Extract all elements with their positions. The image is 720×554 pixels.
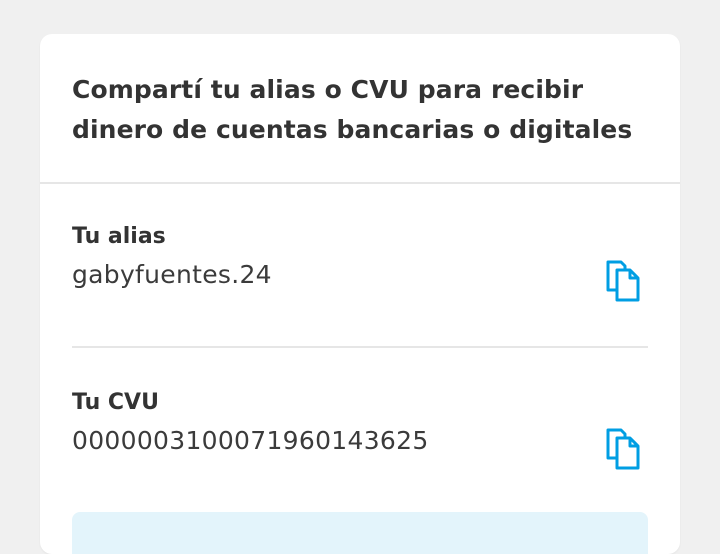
copy-cvu-button[interactable] — [604, 428, 644, 472]
account-info-card: Compartí tu alias o CVU para recibir din… — [40, 34, 680, 554]
alias-row: Tu alias gabyfuentes.24 — [72, 224, 648, 304]
copy-icon — [604, 428, 644, 475]
cvu-row: Tu CVU 0000003100071960143625 — [72, 390, 648, 470]
card-title: Compartí tu alias o CVU para recibir din… — [72, 75, 633, 144]
copy-alias-button[interactable] — [604, 260, 644, 304]
copy-icon — [604, 260, 644, 307]
cvu-value: 0000003100071960143625 — [72, 426, 429, 455]
alias-value: gabyfuentes.24 — [72, 260, 272, 289]
info-box — [72, 512, 648, 554]
section-divider — [72, 346, 648, 348]
alias-label: Tu alias — [72, 224, 166, 249]
card-header: Compartí tu alias o CVU para recibir din… — [40, 34, 680, 184]
cvu-label: Tu CVU — [72, 390, 159, 415]
